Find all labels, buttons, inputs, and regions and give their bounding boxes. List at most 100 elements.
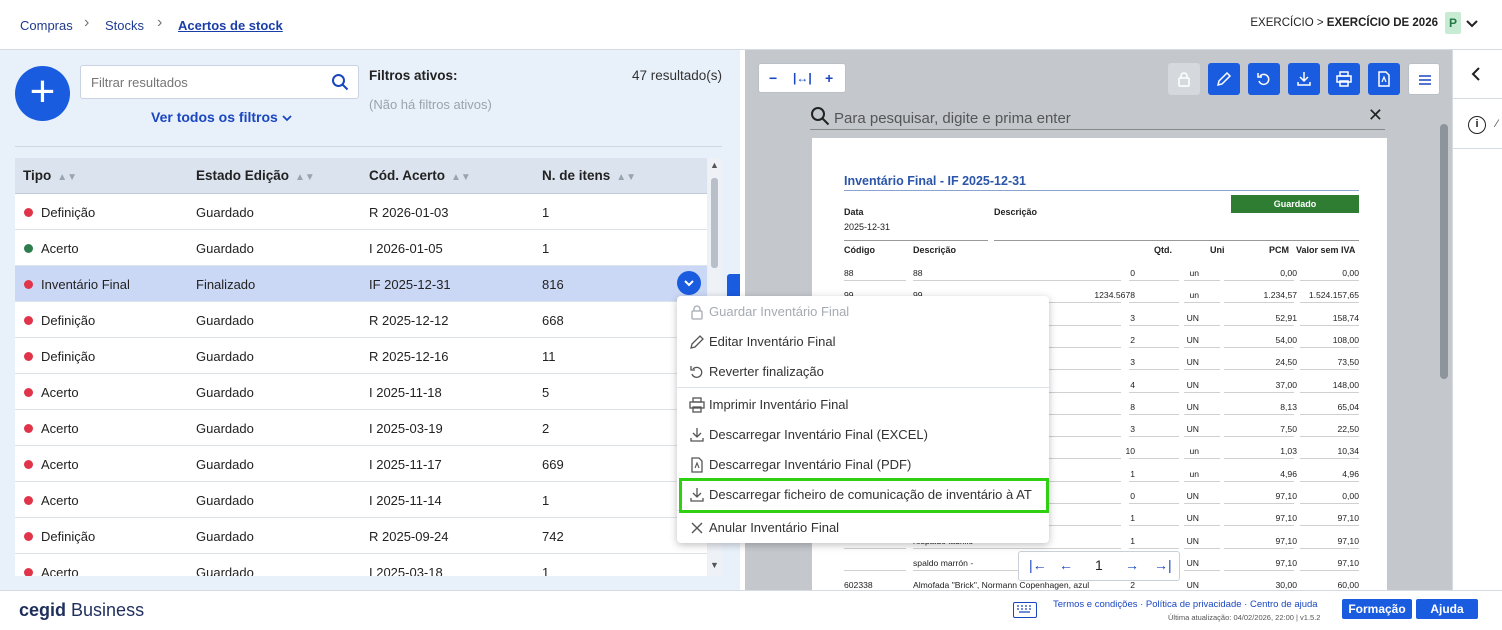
page-number: 1: [1095, 557, 1103, 573]
chevron-down-icon: [282, 115, 292, 122]
edit-icon: [690, 335, 704, 349]
menu-item[interactable]: Imprimir Inventário Final: [677, 389, 1049, 419]
table-row[interactable]: Definição Guardado R 2025-09-24 742: [15, 518, 707, 554]
scroll-up-icon[interactable]: ▲: [710, 160, 719, 170]
zoom-out-icon[interactable]: −: [769, 70, 777, 86]
row-actions-button[interactable]: [677, 271, 701, 295]
avatar[interactable]: P: [1445, 12, 1461, 34]
more-menu-button[interactable]: [1408, 63, 1440, 95]
revert-button[interactable]: [1248, 63, 1280, 95]
ajuda-button[interactable]: Ajuda: [1416, 599, 1478, 619]
menu-item[interactable]: Anular Inventário Final: [677, 512, 1049, 542]
menu-item[interactable]: Editar Inventário Final: [677, 326, 1049, 356]
last-page-icon[interactable]: →|: [1154, 557, 1172, 573]
search-input[interactable]: [81, 66, 321, 98]
doc-cell-val: 73,50: [1337, 357, 1359, 368]
doc-descricao-label: Descrição: [994, 207, 1038, 217]
doc-cell-qtd: 10: [1125, 446, 1135, 457]
table-row[interactable]: Acerto Guardado I 2025-11-14 1: [15, 482, 707, 518]
table-row[interactable]: Acerto Guardado I 2025-11-18 5: [15, 374, 707, 410]
first-page-icon[interactable]: |←: [1029, 557, 1047, 573]
sort-icon: ▲▼: [295, 172, 315, 183]
menu-item[interactable]: Descarregar ficheiro de comunicação de i…: [677, 479, 1049, 509]
column-header-tipo[interactable]: Tipo ▲▼: [23, 168, 77, 183]
lock-icon: [691, 305, 703, 320]
info-icon[interactable]: i: [1468, 116, 1486, 134]
cell-cod: I 2025-11-14: [369, 493, 442, 508]
cell-tipo: Inventário Final: [41, 277, 130, 292]
breadcrumb-compras[interactable]: Compras: [20, 18, 73, 33]
table-row[interactable]: Definição Guardado R 2026-01-03 1: [15, 194, 707, 230]
logo-brand: cegid: [19, 600, 67, 620]
menu-item[interactable]: Guardar Inventário Final: [677, 296, 1049, 326]
download-button[interactable]: [1288, 63, 1320, 95]
menu-item-label: Descarregar ficheiro de comunicação de i…: [709, 487, 1032, 502]
breadcrumb-stocks[interactable]: Stocks: [105, 18, 144, 33]
cell-tipo: Acerto: [41, 421, 79, 436]
scroll-down-icon[interactable]: ▼: [710, 560, 719, 570]
scroll-thumb[interactable]: [711, 178, 718, 268]
table-row[interactable]: Acerto Guardado I 2025-03-18 1: [15, 554, 707, 576]
column-header-cod[interactable]: Cód. Acerto ▲▼: [369, 168, 471, 183]
cell-estado: Guardado: [196, 457, 254, 472]
table-row[interactable]: Definição Guardado R 2025-12-16 11: [15, 338, 707, 374]
add-button[interactable]: +: [15, 66, 70, 121]
exercicio-selector[interactable]: EXERCÍCIO > EXERCÍCIO DE 2026: [1250, 17, 1438, 29]
menu-item[interactable]: Descarregar Inventário Final (EXCEL): [677, 419, 1049, 449]
chevron-down-icon[interactable]: [1465, 17, 1479, 31]
pdf-button[interactable]: [1368, 63, 1400, 95]
zoom-in-icon[interactable]: +: [825, 70, 833, 86]
document-title: Inventário Final - IF 2025-12-31: [844, 174, 1027, 188]
menu-item[interactable]: Reverter finalização: [677, 356, 1049, 386]
lock-button[interactable]: [1168, 63, 1200, 95]
next-page-icon[interactable]: →: [1125, 557, 1139, 573]
chevron-left-icon[interactable]: [1470, 66, 1482, 82]
table-row[interactable]: Acerto Guardado I 2026-01-05 1: [15, 230, 707, 266]
cell-cod: R 2026-01-03: [369, 205, 449, 220]
scroll-thumb[interactable]: [1440, 124, 1448, 379]
table-row[interactable]: Inventário Final Finalizado IF 2025-12-31 8…: [15, 266, 707, 302]
pagination: |← ← 1 → →|: [1018, 551, 1180, 581]
menu-item-label: Imprimir Inventário Final: [709, 397, 849, 412]
formacao-button[interactable]: Formação: [1342, 599, 1412, 619]
column-header-n-itens[interactable]: N. de itens ▲▼: [542, 168, 636, 183]
cell-cod: I 2025-03-18: [369, 565, 443, 576]
close-icon[interactable]: ✕: [1368, 105, 1383, 126]
edit-button[interactable]: [1208, 63, 1240, 95]
status-dot-icon: [24, 460, 33, 469]
clipped-icon: ⁄: [1496, 118, 1498, 130]
ver-todos-filtros-link[interactable]: Ver todos os filtros: [151, 109, 292, 125]
doc-cell-cod: 88: [844, 268, 854, 278]
doc-cell-desc: 88: [913, 268, 923, 278]
search-icon[interactable]: [331, 73, 349, 91]
footer-links[interactable]: Termos e condições · Política de privaci…: [1053, 599, 1318, 610]
cell-n: 816: [542, 277, 564, 292]
viewer-scrollbar[interactable]: [1437, 106, 1451, 590]
cell-n: 742: [542, 529, 564, 544]
doc-cell-qtd: 1234.5678: [1094, 290, 1135, 301]
filtros-ativos-empty: (Não há filtros ativos): [369, 97, 492, 112]
doc-cell-uni: un: [1189, 290, 1199, 301]
doc-cell-val: 97,10: [1337, 535, 1359, 546]
document-search[interactable]: Para pesquisar, digite e prima enter ✕: [810, 104, 1385, 130]
table-row[interactable]: Definição Guardado R 2025-12-12 668: [15, 302, 707, 338]
fit-width-icon[interactable]: |↔|: [793, 71, 812, 85]
breadcrumb-separator-icon: ›: [157, 14, 163, 31]
cell-estado: Guardado: [196, 529, 254, 544]
undo-icon: [690, 366, 703, 378]
column-header-estado[interactable]: Estado Edição ▲▼: [196, 168, 315, 183]
keyboard-icon[interactable]: [1013, 602, 1037, 618]
doc-cell-qtd: 3: [1130, 357, 1135, 368]
breadcrumb-acertos[interactable]: Acertos de stock: [178, 18, 283, 33]
cell-cod: I 2026-01-05: [369, 241, 443, 256]
prev-page-icon[interactable]: ←: [1059, 557, 1073, 573]
doc-cell-pcm: 1.234,57: [1263, 290, 1297, 301]
table-row[interactable]: Acerto Guardado I 2025-11-17 669: [15, 446, 707, 482]
cell-cod: R 2025-12-12: [369, 313, 449, 328]
menu-item[interactable]: Descarregar Inventário Final (PDF): [677, 449, 1049, 479]
last-update: Última atualização: 04/02/2026, 22:00 | …: [1168, 613, 1321, 622]
print-button[interactable]: [1328, 63, 1360, 95]
doc-cell-pcm: 52,91: [1275, 312, 1297, 323]
table-row[interactable]: Acerto Guardado I 2025-03-19 2: [15, 410, 707, 446]
doc-cell-pcm: 0,00: [1280, 268, 1297, 278]
